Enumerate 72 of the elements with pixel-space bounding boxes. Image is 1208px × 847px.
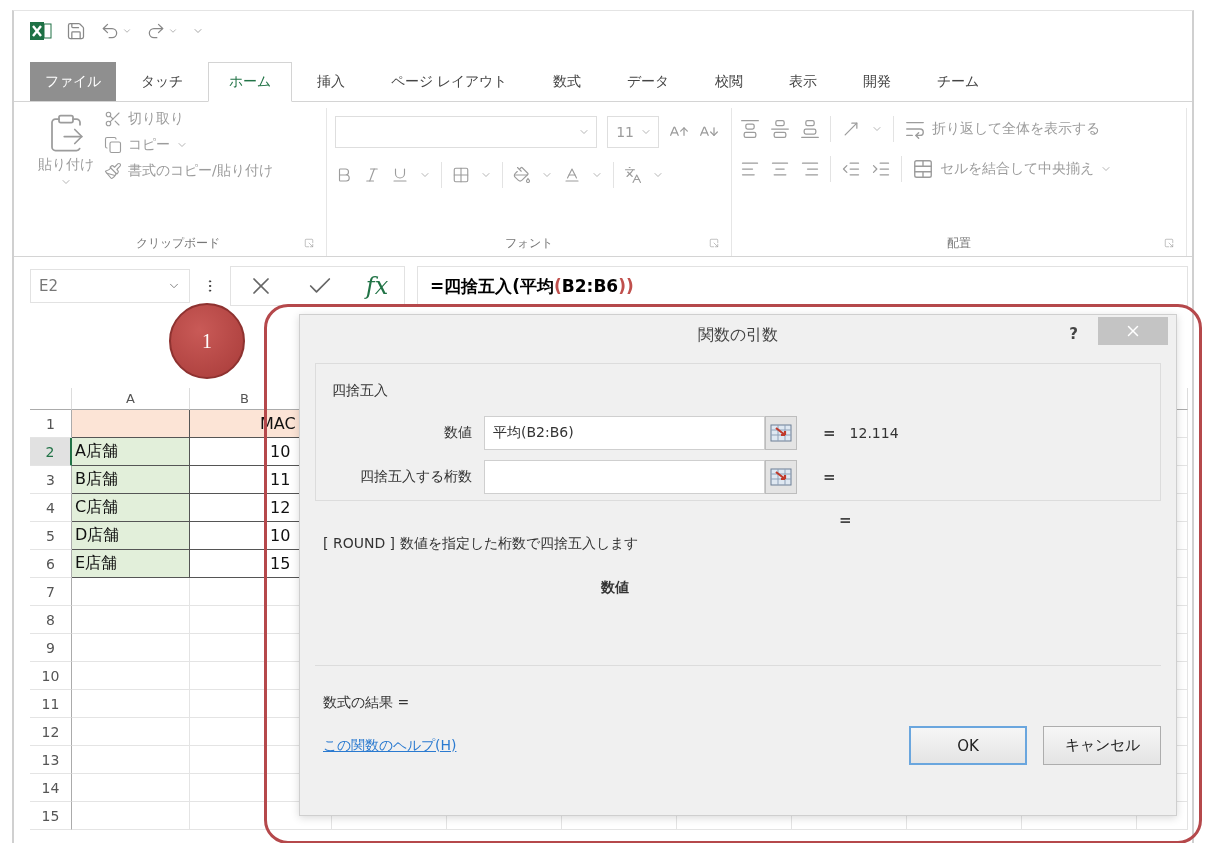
row-number[interactable]: 4 <box>30 494 72 522</box>
table-cell: A店舗 <box>72 438 190 466</box>
table-cell: C店舗 <box>72 494 190 522</box>
equals-sign: = <box>839 511 852 529</box>
save-icon <box>66 21 86 41</box>
equals-sign: = <box>823 468 836 486</box>
insert-function-button[interactable]: fx <box>365 272 389 300</box>
group-label: クリップボード <box>136 234 220 252</box>
argument-result: 12.114 <box>849 425 899 441</box>
argument-field[interactable] <box>484 460 765 494</box>
launcher-icon <box>304 238 314 248</box>
range-grid-icon <box>770 468 792 486</box>
table-cell: E店舗 <box>72 550 190 578</box>
row-number[interactable]: 15 <box>30 802 72 830</box>
argument-label: 数値 <box>444 424 472 442</box>
dialog-title: 関数の引数 <box>698 324 778 346</box>
ribbon-tab[interactable]: ホーム <box>208 62 292 102</box>
row-number[interactable]: 14 <box>30 774 72 802</box>
borders-icon <box>452 166 470 184</box>
dialog-button[interactable]: キャンセル <box>1043 726 1161 765</box>
caret-icon <box>168 26 178 36</box>
paint-bucket-icon <box>513 166 531 184</box>
align-bottom-icon <box>800 119 820 139</box>
italic-icon <box>363 166 381 184</box>
row-number[interactable]: 5 <box>30 522 72 550</box>
row-number[interactable]: 3 <box>30 466 72 494</box>
formula-input[interactable]: =四捨五入(平均(B2:B6)) <box>417 266 1188 306</box>
copy-icon <box>104 136 122 154</box>
align-middle-icon <box>770 119 790 139</box>
equals-sign: = <box>823 424 836 442</box>
row-number[interactable]: 8 <box>30 606 72 634</box>
argument-label: 四捨五入する桁数 <box>360 468 472 486</box>
row-number[interactable]: 12 <box>30 718 72 746</box>
argument-name: 数値 <box>601 579 629 597</box>
launcher-icon <box>1164 238 1174 248</box>
paste-label: 貼り付け <box>38 156 94 174</box>
row-number[interactable]: 11 <box>30 690 72 718</box>
merge-cells-icon <box>912 158 934 180</box>
redo-icon <box>146 21 166 41</box>
paintbrush-icon <box>104 162 122 180</box>
row-number[interactable]: 10 <box>30 662 72 690</box>
row-number[interactable]: 2 <box>30 438 72 466</box>
row-number[interactable]: 9 <box>30 634 72 662</box>
help-link[interactable]: この関数のヘルプ(H) <box>323 736 457 755</box>
range-select-button[interactable] <box>765 416 797 450</box>
font-color-icon <box>563 166 581 184</box>
argument-field[interactable]: 平均(B2:B6) <box>484 416 765 450</box>
step-badge: 1 <box>169 303 245 379</box>
formula-result: 数式の結果 = <box>323 694 411 712</box>
range-select-button[interactable] <box>765 460 797 494</box>
undo-icon <box>100 21 120 41</box>
row-number[interactable]: 1 <box>30 410 72 438</box>
table-cell: B店舗 <box>72 466 190 494</box>
table-cell: D店舗 <box>72 522 190 550</box>
row-number[interactable]: 6 <box>30 550 72 578</box>
name-box[interactable]: E2 <box>30 269 190 303</box>
underline-icon <box>391 166 409 184</box>
function-name: 四捨五入 <box>332 382 388 398</box>
close-button[interactable] <box>1098 317 1168 345</box>
phonetic-icon <box>624 166 642 184</box>
row-number[interactable]: 13 <box>30 746 72 774</box>
app-logo[interactable] <box>30 21 52 41</box>
range-grid-icon <box>770 424 792 442</box>
group-label: フォント <box>505 234 553 252</box>
help-button[interactable]: ? <box>1069 325 1078 343</box>
row-number[interactable]: 7 <box>30 578 72 606</box>
dialog-button[interactable]: OK <box>909 726 1027 765</box>
align-top-icon <box>740 119 760 139</box>
group-label: 配置 <box>947 234 971 252</box>
caret-icon <box>122 26 132 36</box>
launcher-icon <box>709 238 719 248</box>
scissors-icon <box>104 110 122 128</box>
